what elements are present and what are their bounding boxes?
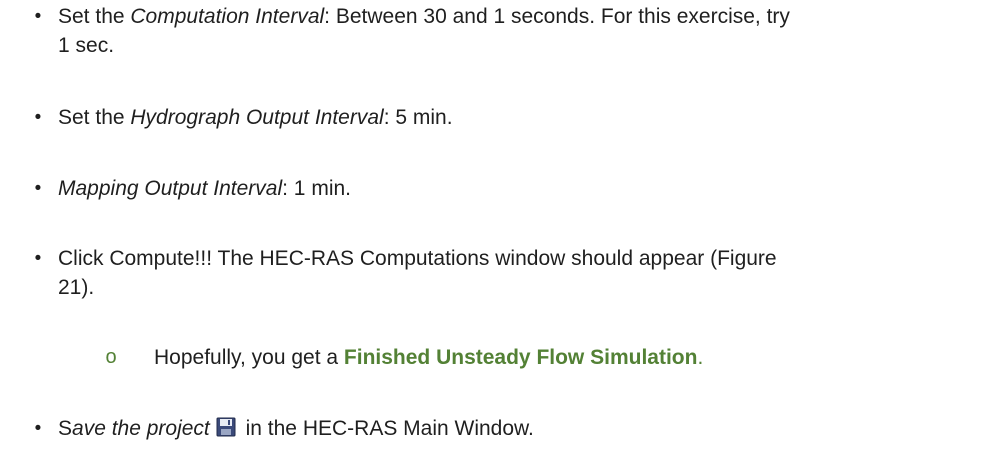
bullet-marker: •: [34, 418, 42, 439]
emphasis-text: ave the project: [72, 417, 210, 440]
list-item-text: Save the project in the HEC-RAS Main Win…: [58, 416, 534, 440]
highlight-text: Finished Unsteady Flow Simulation: [343, 346, 698, 369]
list-item-text: Mapping Output Interval: 1 min.: [58, 177, 351, 200]
list-item-text: Hopefully, you get a Finished Unsteady F…: [154, 346, 704, 369]
floppy-disk-save-icon: [216, 416, 236, 437]
emphasis-text: Computation Interval: [130, 5, 325, 28]
bullet-marker: •: [34, 178, 42, 199]
bullet-marker: •: [34, 248, 42, 269]
emphasis-text: Mapping Output Interval: [58, 177, 283, 200]
document-page: • Set the Computation Interval: Between …: [0, 0, 997, 453]
bullet-marker: •: [34, 107, 42, 128]
bullet-marker: •: [34, 6, 42, 27]
emphasis-text: Hydrograph Output Interval: [130, 106, 384, 129]
list-item-text: Click Compute!!! The HEC-RAS Computation…: [58, 247, 777, 299]
list-item-text: Set the Computation Interval: Between 30…: [58, 5, 790, 57]
sub-bullet-marker: o: [105, 346, 117, 368]
list-item-text: Set the Hydrograph Output Interval: 5 mi…: [58, 106, 453, 129]
